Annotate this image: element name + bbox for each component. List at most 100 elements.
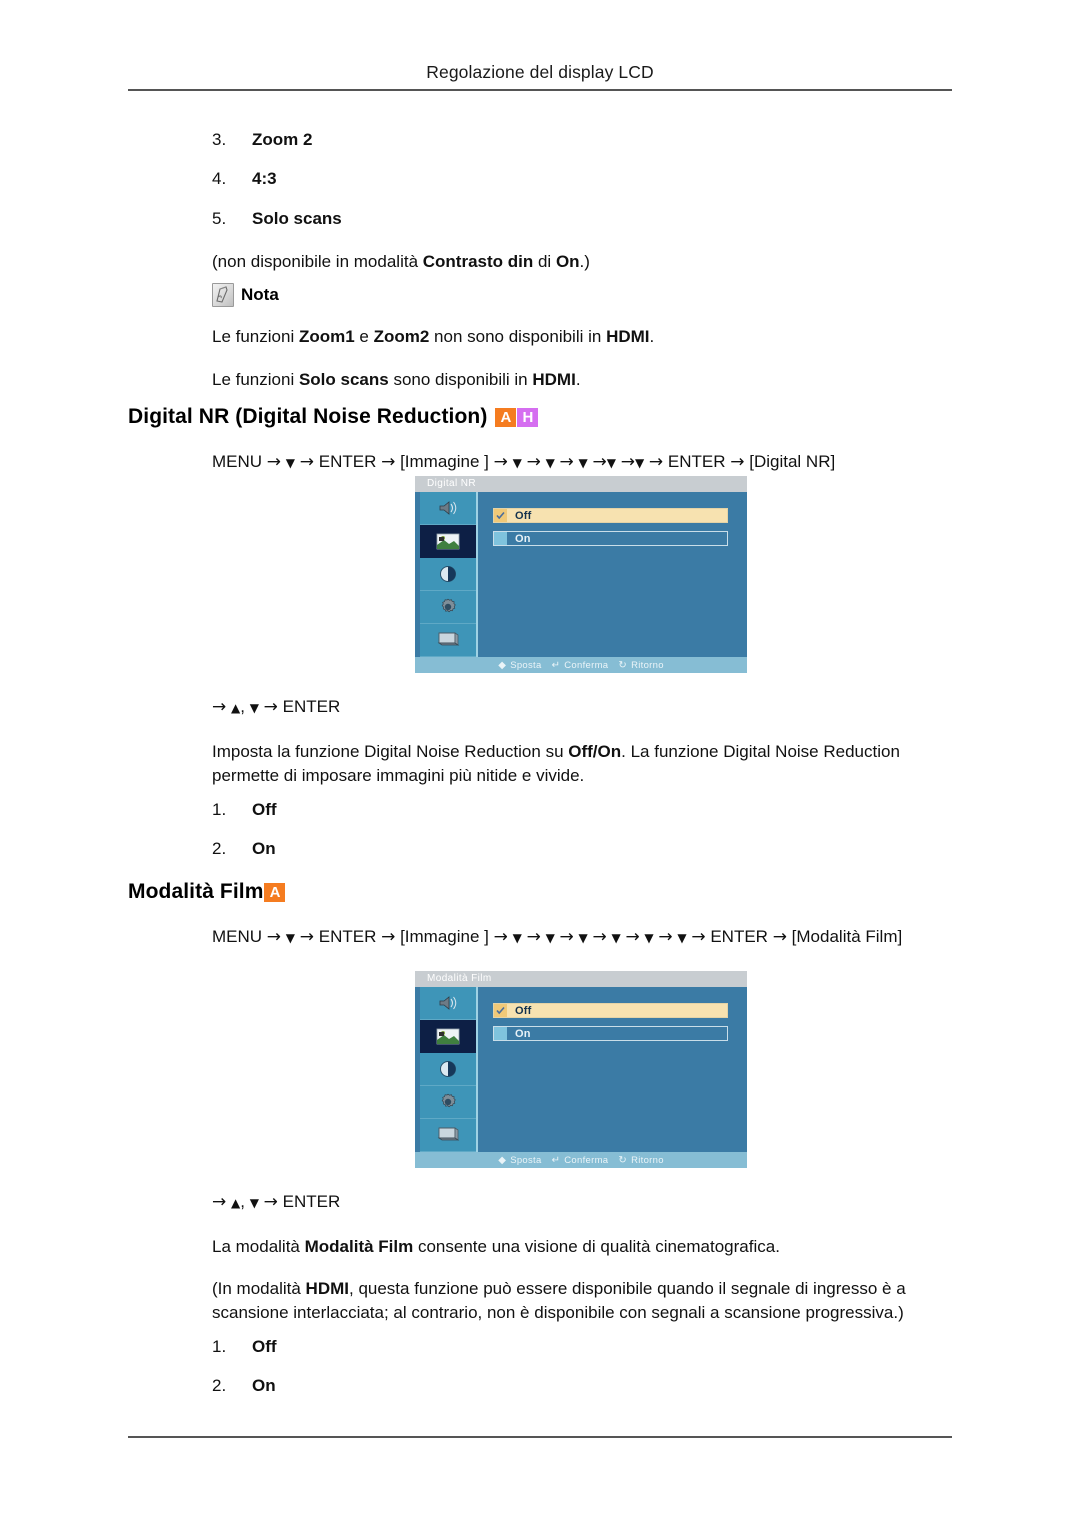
osd-sidebar-item-color[interactable] [420,558,476,591]
hdmi-note-bold: HDMI [305,1279,349,1298]
arrow-icon: → [592,452,607,472]
navpath-enter-2: ENTER [667,452,726,471]
arrow-icon: → [592,927,607,947]
manual-page: Regolazione del display LCD 3. Zoom 2 4.… [0,0,1080,1527]
section-badges: A [263,882,286,902]
list-item-value: Off [252,800,277,819]
chevron-down-icon: ▼ [512,931,522,945]
return-circle-icon: ↻ [618,1154,628,1166]
keyline-enter: ENTER [282,697,341,716]
osd-sidebar-item-picture[interactable] [420,1020,476,1053]
arrow-icon: → [212,1192,227,1212]
arrow-icon: → [266,452,282,472]
navpath-target: [Digital NR] [749,452,836,471]
chevron-down-icon: ▼ [578,456,588,470]
nota-text-c: e [354,327,374,346]
nota-bold-zoom1: Zoom1 [298,327,355,346]
osd-option-label: Off [515,1004,532,1017]
nota2-text-a: Le funzioni [212,370,299,389]
arrow-icon: → [648,452,664,472]
osd-option-off[interactable]: Off [493,508,728,523]
osd-option-label: Off [515,509,532,522]
screen-size-options-list: 3. Zoom 2 4. 4:3 5. Solo scans [212,130,954,229]
list-item: 2. On [212,839,954,859]
chevron-down-icon: ▼ [249,701,259,715]
arrow-icon: → [691,927,706,947]
list-item-value: Solo scans [252,208,342,228]
keyline-comma: , [240,697,245,716]
updown-arrow-icon: ◆ [498,659,507,671]
osd-sidebar-item-setup[interactable] [420,591,476,624]
section-heading-modalita-film: Modalità Film A [128,880,286,904]
osd-hint-ritorno: ↻ Ritorno [618,660,663,671]
navpath-digital-nr: MENU → ▼ → ENTER → [Immagine ] → ▼ → ▼ →… [212,450,954,475]
arrow-icon: → [620,452,635,472]
chevron-down-icon: ▼ [545,931,555,945]
chevron-down-icon: ▼ [634,456,645,470]
osd-sidebar [420,987,478,1152]
enter-key-icon: ↵ [551,659,561,671]
chevron-down-icon: ▼ [578,931,588,945]
osd-options-list: Off On [493,1003,728,1049]
osd-hint-label: Sposta [510,659,542,671]
osd-sidebar-item-audio[interactable] [420,492,476,525]
keyline-enter: ENTER [282,1192,341,1211]
navpath-menu: MENU [212,927,263,946]
osd-sidebar-item-setup[interactable] [420,1086,476,1119]
osd-sidebar-item-display[interactable] [420,624,476,657]
arrow-icon: → [299,927,314,947]
chevron-down-icon: ▼ [644,931,654,945]
desc2-bold-modalita-film: Modalità Film [304,1237,414,1256]
nota-block: Nota [212,283,954,307]
nota-heading: Nota [212,283,954,307]
arrow-icon: → [658,927,673,947]
badge-analog-a: A [264,882,286,902]
arrow-icon: → [266,927,282,947]
desc-bold-offon: Off/On [568,742,622,761]
osd-hint-sposta: ◆ Sposta [498,660,541,671]
osd-hint-label: Ritorno [631,659,664,671]
chevron-down-icon: ▼ [545,456,555,470]
osd-sidebar-item-audio[interactable] [420,987,476,1020]
nota-bold-zoom2: Zoom2 [373,327,430,346]
list-item-value: 4:3 [252,169,277,189]
list-item-number: 4. [212,169,227,189]
osd-sidebar-item-color[interactable] [420,1053,476,1086]
check-icon [494,509,507,522]
description-modalita-film: La modalità Modalità Film consente una v… [212,1235,954,1259]
osd-hint-label: Ritorno [631,1154,664,1166]
desc2-text-a: La modalità [212,1237,305,1256]
arrow-icon: → [212,697,227,717]
osd-option-on[interactable]: On [493,531,728,546]
marker-icon [494,532,507,545]
osd-hint-ritorno: ↻ Ritorno [618,1155,663,1166]
availability-note-suffix: .) [579,252,590,271]
note-pencil-icon [212,283,234,307]
list-item: 1. Off [212,800,954,820]
osd-option-off[interactable]: Off [493,1003,728,1018]
section-title-text: Modalità Film [128,880,264,903]
list-item-number: 2. [212,839,227,859]
navpath-enter: ENTER [318,452,377,471]
list-item: 1. Off [212,1337,954,1357]
arrow-icon: → [526,927,541,947]
osd-sidebar-item-display[interactable] [420,1119,476,1152]
list-item-number: 3. [212,130,227,149]
osd-option-on[interactable]: On [493,1026,728,1041]
navpath-modalita-film: MENU → ▼ → ENTER → [Immagine ] → ▼ → ▼ →… [212,925,954,950]
enter-key-icon: ↵ [551,1154,561,1166]
list-item-number: 1. [212,1337,227,1356]
navpath-menu: MENU [212,452,263,471]
nota-text-d: non sono disponibili in [429,327,607,346]
osd-sidebar-item-picture[interactable] [420,525,476,558]
chevron-down-icon: ▼ [606,456,616,470]
osd-hint-sposta: ◆ Sposta [498,1155,541,1166]
desc2-text-c: consente una visione di qualità cinemato… [413,1237,780,1256]
description-digital-nr: Imposta la funzione Digital Noise Reduct… [212,740,954,788]
marker-icon [494,1027,507,1040]
availability-note: (non disponibile in modalità Contrasto d… [212,250,954,274]
nota-label: Nota [241,285,279,304]
keyline-modalita-film: → ▲, ▼ → ENTER [212,1192,954,1212]
osd-footer-hints: ◆ Sposta ↵ Conferma ↻ Ritorno [415,657,747,673]
chevron-down-icon: ▼ [677,931,687,945]
